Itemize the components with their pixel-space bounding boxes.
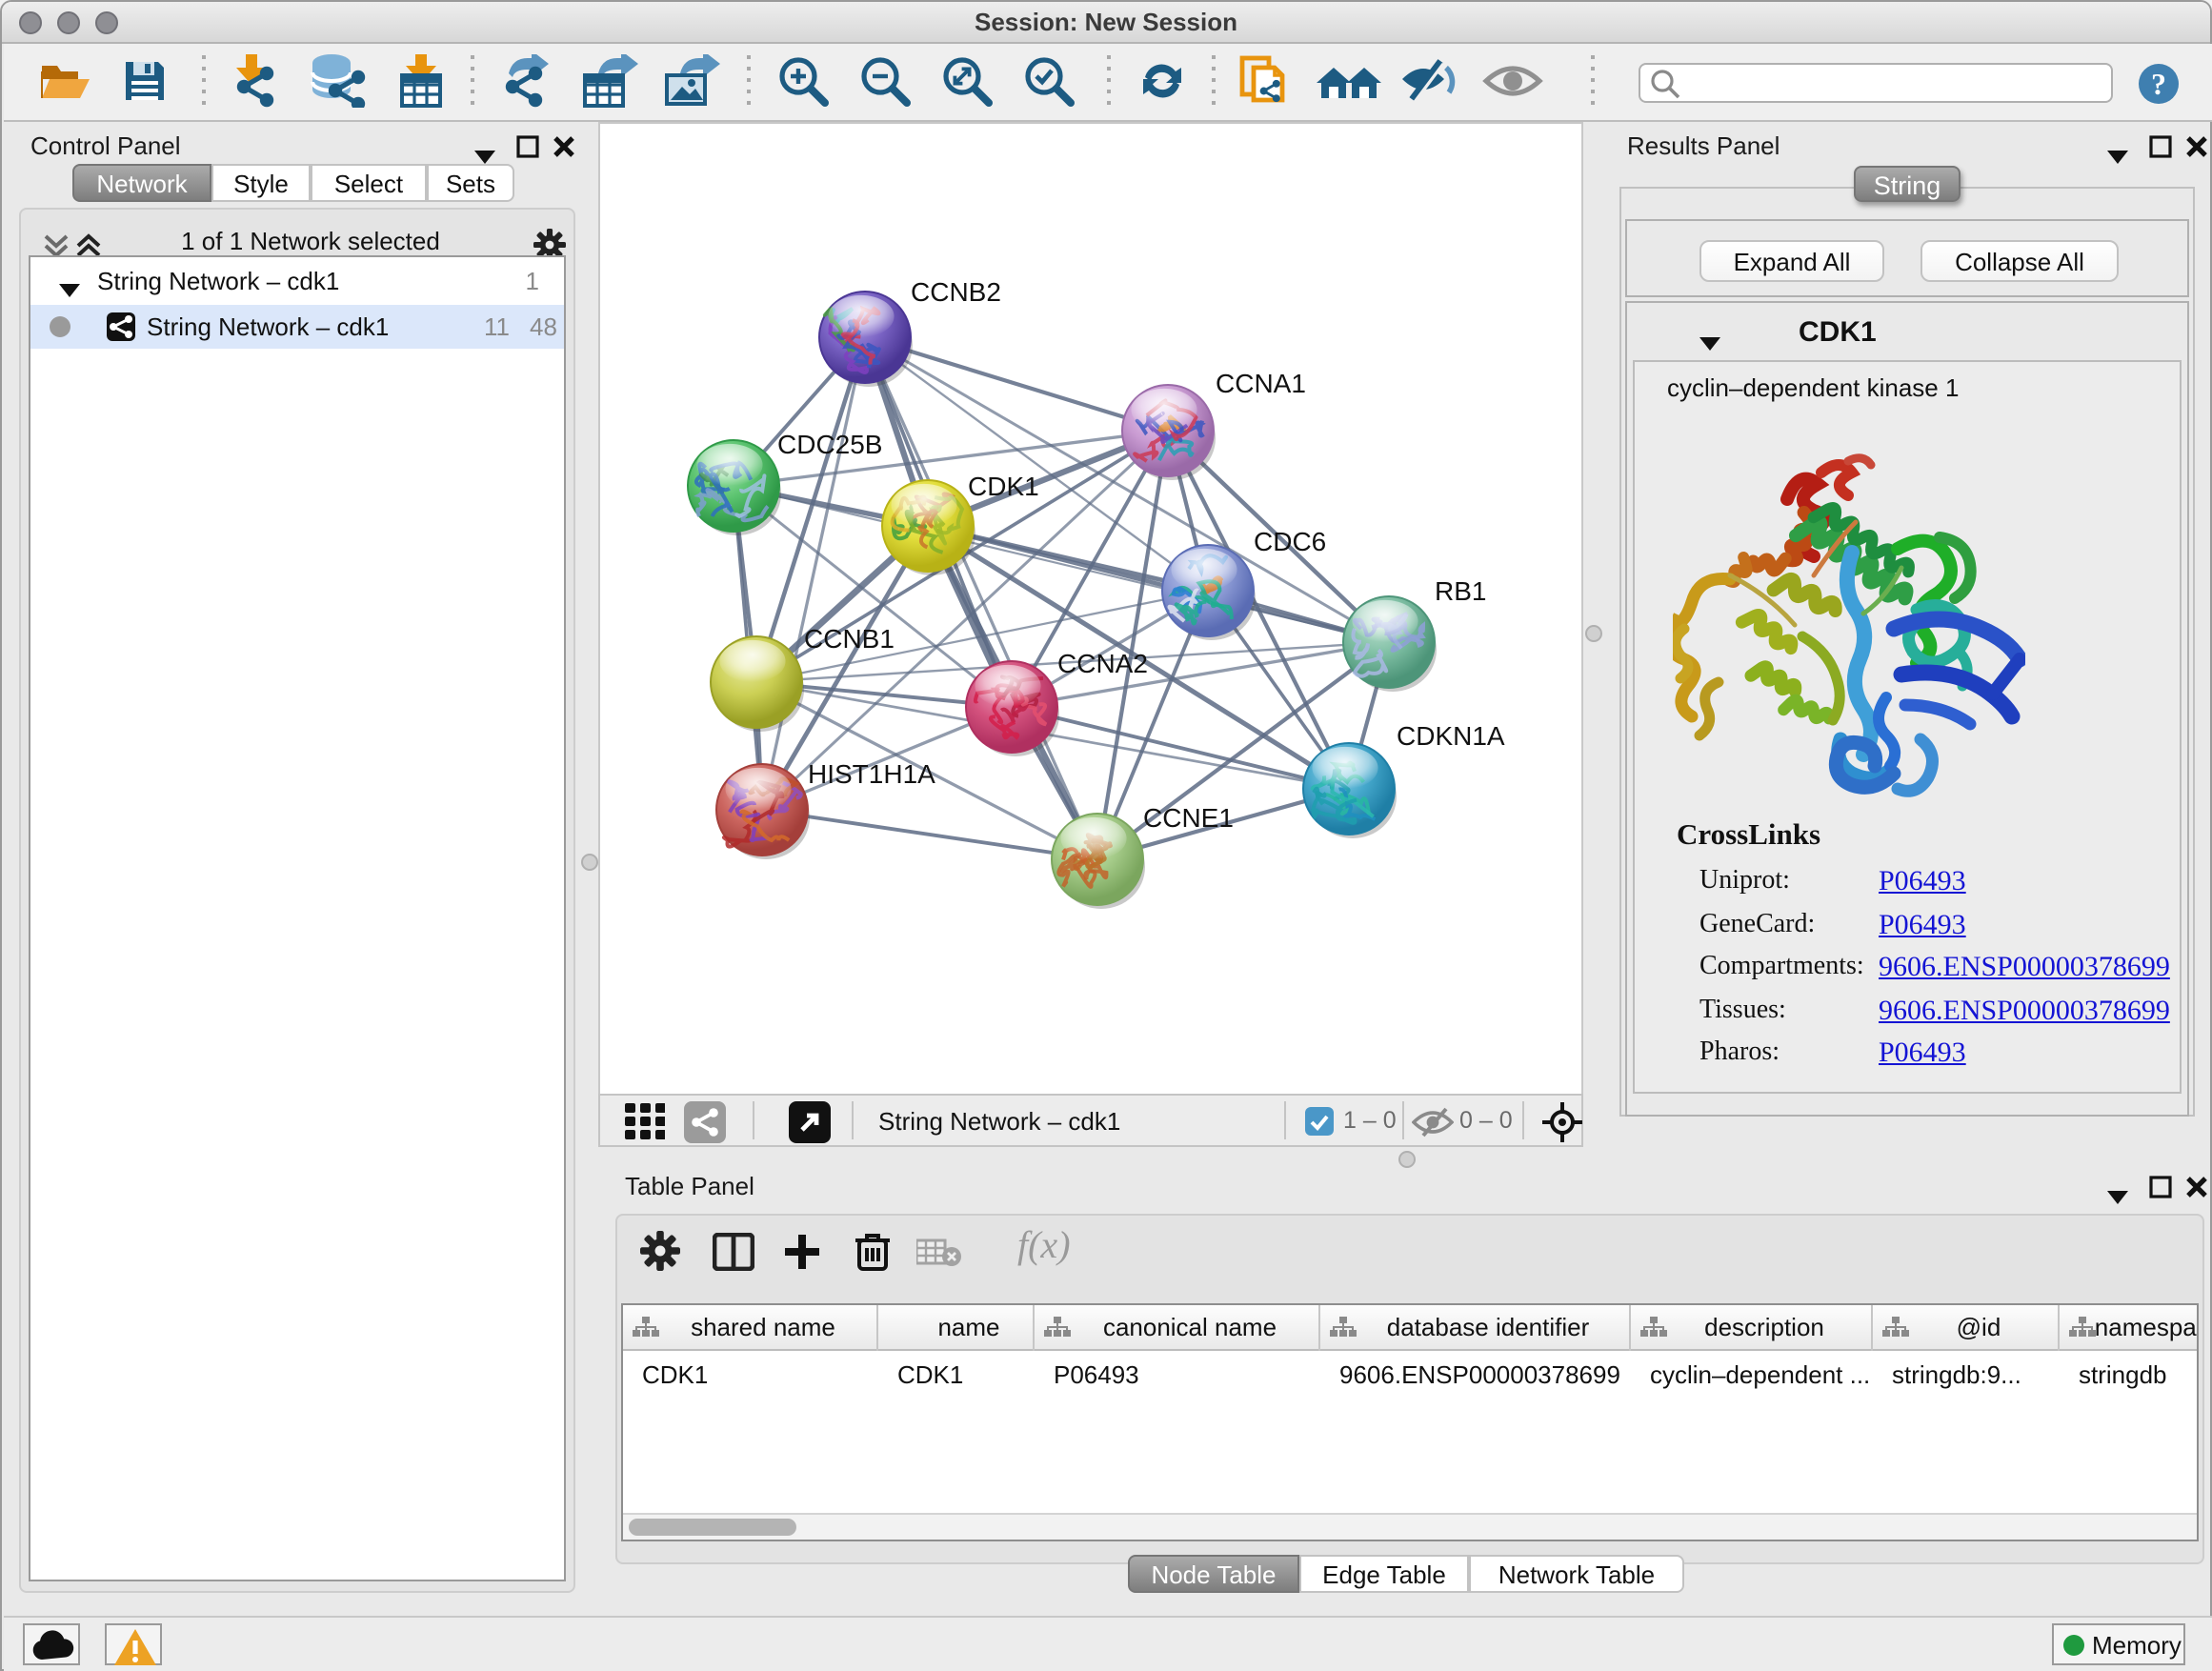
svg-text:CDKN1A: CDKN1A: [1397, 721, 1505, 751]
svg-text:CDC6: CDC6: [1254, 527, 1326, 556]
svg-text:HIST1H1A: HIST1H1A: [808, 759, 935, 789]
svg-text:CCNB2: CCNB2: [911, 277, 1001, 307]
svg-text:CCNB1: CCNB1: [804, 624, 895, 654]
svg-text:CCNA2: CCNA2: [1057, 649, 1148, 678]
svg-text:CCNE1: CCNE1: [1143, 803, 1234, 833]
svg-text:RB1: RB1: [1435, 576, 1486, 606]
svg-text:?: ?: [2151, 67, 2166, 101]
svg-text:CDC25B: CDC25B: [777, 430, 882, 459]
svg-text:CDK1: CDK1: [968, 472, 1039, 501]
svg-text:CCNA1: CCNA1: [1216, 369, 1306, 398]
